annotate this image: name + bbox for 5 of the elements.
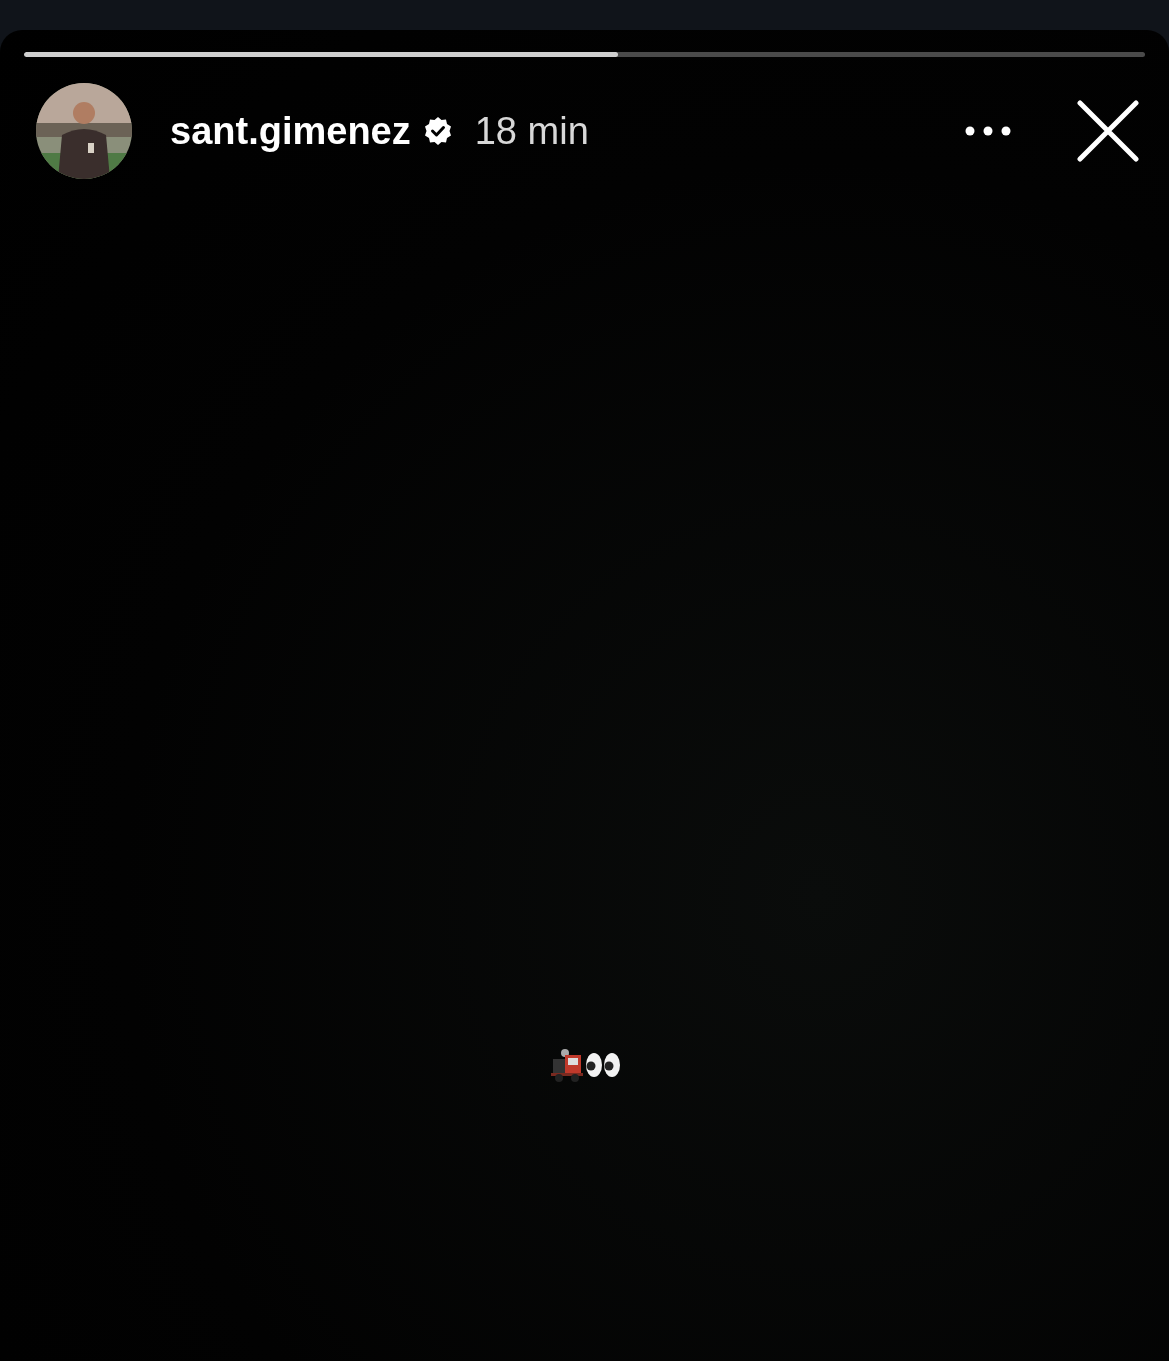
more-options-icon[interactable] <box>965 126 1011 136</box>
username[interactable]: sant.gimenez <box>170 109 411 153</box>
close-icon[interactable] <box>1077 100 1139 162</box>
post-time: 18 min <box>474 109 589 153</box>
train-icon <box>548 1047 585 1083</box>
